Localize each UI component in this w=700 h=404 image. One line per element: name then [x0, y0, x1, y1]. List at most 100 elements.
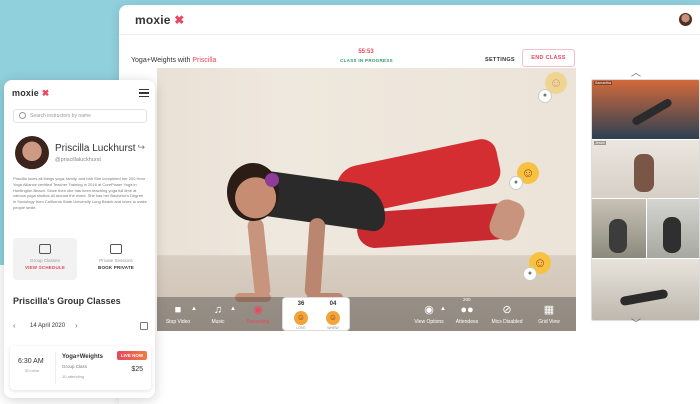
instructor-head	[227, 163, 279, 221]
scroll-up-chevron-icon[interactable]: ︿	[631, 64, 641, 79]
view-options-label: View Options	[414, 319, 444, 325]
participant-thumbnails: Samantha Jessie	[591, 79, 700, 321]
participant-figure	[630, 97, 674, 127]
calendar-icon[interactable]	[140, 322, 148, 330]
record-icon: ◉	[253, 304, 263, 316]
class-title: Yoga+Weights with Priscilla	[131, 57, 216, 64]
participant-figure	[609, 219, 627, 253]
whew-count: 04	[329, 301, 337, 307]
group-class-icon	[39, 244, 51, 254]
love-emoji-icon: ☺	[294, 311, 308, 325]
logo-text: moxie	[12, 88, 40, 98]
search-input[interactable]: Search instructors by name	[13, 109, 147, 123]
instructor-avatar	[15, 136, 49, 170]
divider	[55, 352, 56, 384]
class-price: $25	[131, 366, 143, 373]
whew-label: WHEW	[327, 326, 339, 330]
class-status: CLASS IN PROGRESS	[340, 58, 393, 63]
participant-figure	[663, 217, 681, 253]
section-title: Priscilla's Group Classes	[13, 296, 121, 306]
logo-text: moxie	[135, 13, 171, 27]
chevron-up-icon[interactable]: ▲	[440, 306, 446, 312]
participant-thumbnail[interactable]	[592, 259, 699, 320]
love-label: LOVE	[296, 326, 306, 330]
class-duration: 30 mins	[25, 368, 40, 373]
love-count: 36	[297, 301, 305, 307]
tile-title: Group Classes	[30, 258, 60, 263]
selected-date: 14 April 2020	[30, 323, 66, 329]
whew-counter: 04 ☺ WHEW	[318, 301, 348, 330]
class-with: with	[177, 57, 191, 64]
class-timer: 55:53	[358, 49, 374, 55]
instructor-name: Priscilla Luckhurst	[55, 143, 136, 154]
video-stage: ☺ ● ☺ ● ☺ ● ■ Stop Video ▲ ♫ Music ▲ ◉ R…	[157, 68, 576, 331]
moxie-logo[interactable]: moxie ✖	[135, 13, 185, 27]
music-button[interactable]: ♫ Music	[207, 303, 229, 325]
participant-name: Samantha	[594, 81, 612, 85]
view-schedule-link[interactable]: VIEW SCHEDULE	[13, 265, 77, 270]
calendar-icon	[110, 244, 122, 254]
participant-thumbnail[interactable]	[647, 199, 699, 258]
attendees-icon: ●●	[460, 304, 474, 316]
mics-disabled-button[interactable]: ⊘ Mics Disabled	[489, 303, 525, 325]
chevron-right-icon[interactable]: ›	[75, 321, 78, 330]
reaction-user-avatar: ●	[523, 267, 537, 281]
mobile-profile-card: moxie ✖ Search instructors by name Prisc…	[4, 80, 155, 398]
record-label: Recording	[246, 319, 270, 325]
attendees-button[interactable]: ●● Attendees	[453, 303, 481, 325]
scroll-down-chevron-icon[interactable]: ﹀	[631, 315, 641, 330]
search-icon	[19, 112, 26, 119]
reaction-user-avatar: ●	[509, 176, 523, 190]
reaction-counters: 36 ☺ LOVE 04 ☺ WHEW	[282, 297, 350, 331]
tile-title: Private Sessions	[99, 258, 133, 263]
participant-thumbnail[interactable]: Samantha	[592, 80, 699, 139]
record-button[interactable]: ◉ Recording	[243, 303, 273, 325]
class-card[interactable]: 6:30 AM 30 mins Yoga+Weights Group Class…	[10, 346, 151, 390]
moxie-logo[interactable]: moxie ✖	[12, 88, 49, 99]
attendees-label: Attendees	[455, 319, 479, 325]
grid-icon: ▦	[543, 304, 555, 316]
stage: moxie ✖ Yoga+Weights with Priscilla 55:5…	[0, 0, 700, 404]
attending-count: 10 attending	[62, 374, 85, 379]
video-camera-icon: ■	[174, 304, 182, 316]
class-name: Yoga+Weights	[131, 57, 176, 64]
stop-video-label: Stop Video	[165, 319, 191, 325]
chevron-up-icon[interactable]: ▲	[230, 306, 236, 312]
mics-disabled-label: Mics Disabled	[491, 319, 523, 325]
chevron-left-icon[interactable]: ‹	[13, 321, 16, 330]
music-label: Music	[211, 319, 225, 325]
grid-view-label: Grid View	[538, 319, 560, 325]
share-arrow-icon[interactable]: ↪	[137, 142, 145, 153]
settings-button[interactable]: SETTINGS	[485, 57, 515, 63]
private-sessions-tile[interactable]: Private Sessions BOOK PRIVATE	[84, 238, 148, 280]
mic-off-icon: ⊘	[502, 304, 512, 316]
live-now-badge: LIVE NOW	[117, 351, 147, 360]
participant-figure	[619, 288, 669, 307]
whew-emoji-icon: ☺	[326, 311, 340, 325]
chevron-up-icon[interactable]: ▲	[191, 306, 197, 312]
end-class-button[interactable]: END CLASS	[522, 49, 575, 67]
class-type: Group Class	[62, 364, 88, 369]
menu-icon[interactable]	[139, 89, 149, 97]
love-counter: 36 ☺ LOVE	[286, 301, 316, 330]
participant-figure	[634, 154, 654, 192]
grid-view-button[interactable]: ▦ Grid View	[535, 303, 563, 325]
class-card-title: Yoga+Weights	[62, 354, 103, 360]
participant-thumbnail[interactable]: Jessie	[592, 140, 699, 198]
hair-flower	[265, 173, 279, 187]
participant-thumbnail[interactable]	[592, 199, 646, 258]
user-avatar[interactable]	[679, 13, 692, 26]
desktop-window: moxie ✖ Yoga+Weights with Priscilla 55:5…	[119, 5, 700, 404]
group-classes-tile[interactable]: Group Classes VIEW SCHEDULE	[13, 238, 77, 280]
class-time: 6:30 AM	[18, 358, 44, 365]
participant-name: Jessie	[594, 141, 606, 145]
stop-video-button[interactable]: ■ Stop Video	[163, 303, 193, 325]
music-note-icon: ♫	[213, 304, 223, 316]
instructor-bio: Priscilla loves all things yoga, family,…	[13, 176, 147, 210]
video-controls-bar: ■ Stop Video ▲ ♫ Music ▲ ◉ Recording ◉ V…	[157, 297, 576, 331]
reaction-user-avatar: ●	[538, 89, 552, 103]
attendees-count: 200	[463, 297, 471, 302]
instructor-handle[interactable]: @priscillaluckhurst	[55, 157, 101, 163]
date-selector: ‹ 14 April 2020 ›	[13, 320, 151, 334]
book-private-link[interactable]: BOOK PRIVATE	[84, 265, 148, 270]
